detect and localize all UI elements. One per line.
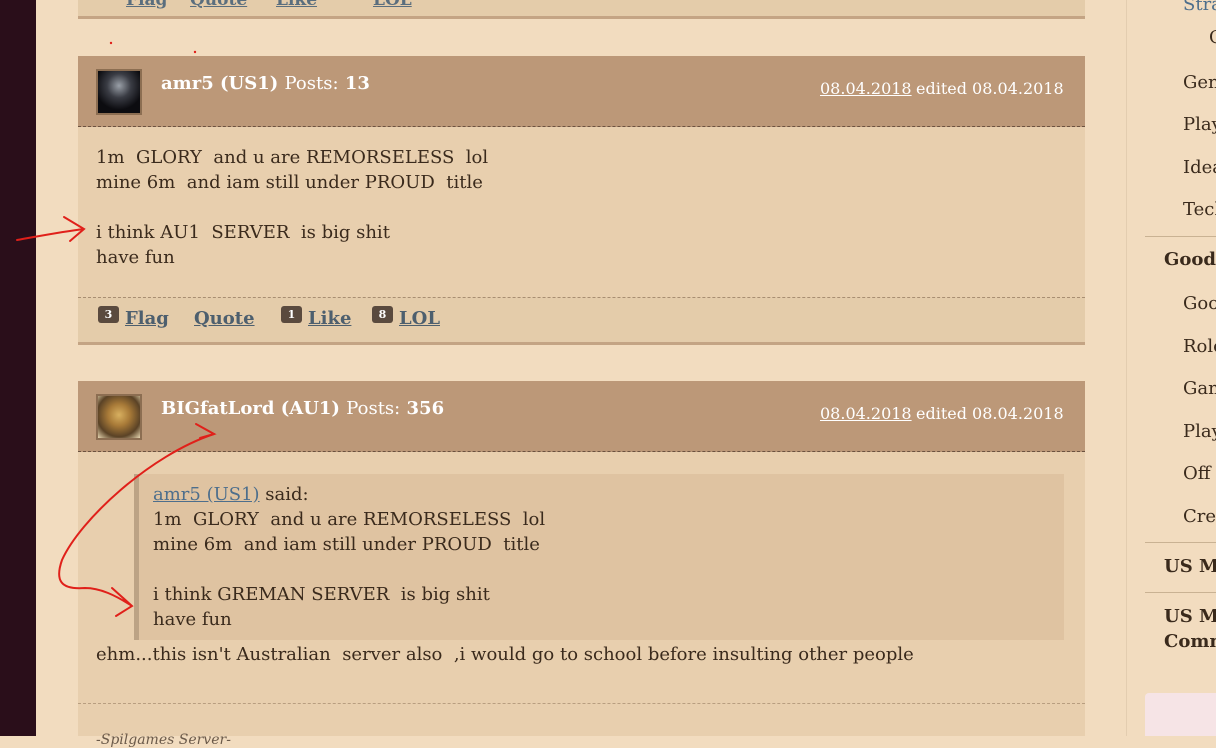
- post-date[interactable]: 08.04.2018: [820, 404, 912, 423]
- sidebar-divider: [1145, 542, 1216, 543]
- sidebar-item[interactable]: Gam: [1183, 378, 1216, 399]
- sidebar-divider: [1145, 236, 1216, 237]
- edited-date: edited 08.04.2018: [916, 404, 1064, 423]
- quote-line: mine 6m and iam still under PROUD title: [153, 534, 540, 555]
- quote-link[interactable]: Quote: [190, 0, 247, 10]
- post-header: BIGfatLord (AU1) Posts: 356 08.04.2018 e…: [78, 381, 1085, 452]
- posts-count: 356: [406, 398, 445, 419]
- lol-count-badge: 8: [372, 306, 393, 323]
- flag-link[interactable]: Flag: [126, 0, 167, 10]
- like-label: Like: [308, 308, 352, 329]
- sidebar-item[interactable]: Goo: [1183, 293, 1216, 314]
- sidebar-item[interactable]: Play: [1183, 421, 1216, 442]
- post-line: have fun: [96, 247, 175, 268]
- flag-label: Flag: [125, 308, 169, 329]
- post-line: ehm...this isn't Australian server also …: [96, 644, 914, 665]
- sidebar-section[interactable]: US Mi: [1164, 606, 1216, 627]
- post-line: i think AU1 SERVER is big shit: [96, 222, 390, 243]
- signature-divider: [78, 703, 1085, 704]
- quote-line: have fun: [153, 609, 232, 630]
- lol-link[interactable]: LOL: [373, 0, 412, 10]
- sidebar-item[interactable]: Play: [1183, 114, 1216, 135]
- sidebar-item[interactable]: G: [1209, 27, 1216, 48]
- sidebar-item[interactable]: Tech: [1183, 199, 1216, 220]
- sidebar-item[interactable]: Off T: [1183, 463, 1216, 484]
- sidebar-divider: [1145, 592, 1216, 593]
- posts-label: Posts:: [346, 398, 401, 419]
- sidebar: Stra G Gen Play Idea Tech Goodg Goo Role…: [1126, 0, 1216, 736]
- flag-count-badge: 3: [98, 306, 119, 323]
- forum-post: amr5 (US1) Posts: 13 08.04.2018 edited 0…: [78, 56, 1085, 345]
- avatar[interactable]: [96, 394, 142, 440]
- like-button[interactable]: 1 Like: [281, 306, 352, 329]
- sidebar-item[interactable]: Role: [1183, 336, 1216, 357]
- sidebar-image: [1145, 693, 1216, 736]
- author-name[interactable]: amr5 (US1): [161, 73, 278, 94]
- quote-said: said:: [259, 484, 309, 505]
- quote-label: Quote: [194, 308, 255, 329]
- left-page-strip: [0, 0, 36, 736]
- previous-post-footer: Flag Quote Like LOL: [78, 0, 1085, 19]
- sidebar-item[interactable]: Crea: [1183, 506, 1216, 527]
- flag-button[interactable]: 3 Flag: [98, 306, 169, 329]
- signature: -Spilgames Server-: [96, 732, 231, 748]
- sidebar-item[interactable]: Stra: [1183, 0, 1216, 15]
- forum-post: BIGfatLord (AU1) Posts: 356 08.04.2018 e…: [78, 381, 1085, 748]
- post-author: amr5 (US1) Posts: 13: [161, 73, 370, 94]
- like-link[interactable]: Like: [276, 0, 317, 10]
- like-count-badge: 1: [281, 306, 302, 323]
- quote-header: amr5 (US1) said:: [153, 482, 1050, 507]
- sidebar-section[interactable]: Comm: [1164, 631, 1216, 652]
- sidebar-item[interactable]: Idea: [1183, 157, 1216, 178]
- sidebar-section[interactable]: Goodg: [1164, 249, 1216, 270]
- sidebar-section[interactable]: US Mi: [1164, 556, 1216, 577]
- post-line: [96, 195, 1067, 220]
- posts-count: 13: [344, 73, 370, 94]
- post-header: amr5 (US1) Posts: 13 08.04.2018 edited 0…: [78, 56, 1085, 127]
- posts-label: Posts:: [284, 73, 339, 94]
- lol-button[interactable]: 8 LOL: [372, 306, 440, 329]
- lol-label: LOL: [399, 308, 440, 329]
- quote-author-link[interactable]: amr5 (US1): [153, 484, 260, 505]
- post-date[interactable]: 08.04.2018: [820, 79, 912, 98]
- post-body: 1m GLORY and u are REMORSELESS lol mine …: [78, 127, 1085, 297]
- post-body: amr5 (US1) said: 1m GLORY and u are REMO…: [78, 452, 1085, 685]
- post-line: mine 6m and iam still under PROUD title: [96, 172, 483, 193]
- post-line: 1m GLORY and u are REMORSELESS lol: [96, 147, 489, 168]
- edited-date: edited 08.04.2018: [916, 79, 1064, 98]
- sidebar-item[interactable]: Gen: [1183, 72, 1216, 93]
- post-author: BIGfatLord (AU1) Posts: 356: [161, 398, 444, 419]
- quote-block: amr5 (US1) said: 1m GLORY and u are REMO…: [134, 474, 1064, 640]
- quote-line: i think GREMAN SERVER is big shit: [153, 584, 490, 605]
- post-footer: 3 Flag Quote 1 Like 8 LOL: [78, 297, 1085, 345]
- author-name[interactable]: BIGfatLord (AU1): [161, 398, 340, 419]
- quote-line: 1m GLORY and u are REMORSELESS lol: [153, 509, 546, 530]
- quote-button[interactable]: Quote: [194, 308, 255, 329]
- avatar[interactable]: [96, 69, 142, 115]
- quote-line: [153, 557, 1050, 582]
